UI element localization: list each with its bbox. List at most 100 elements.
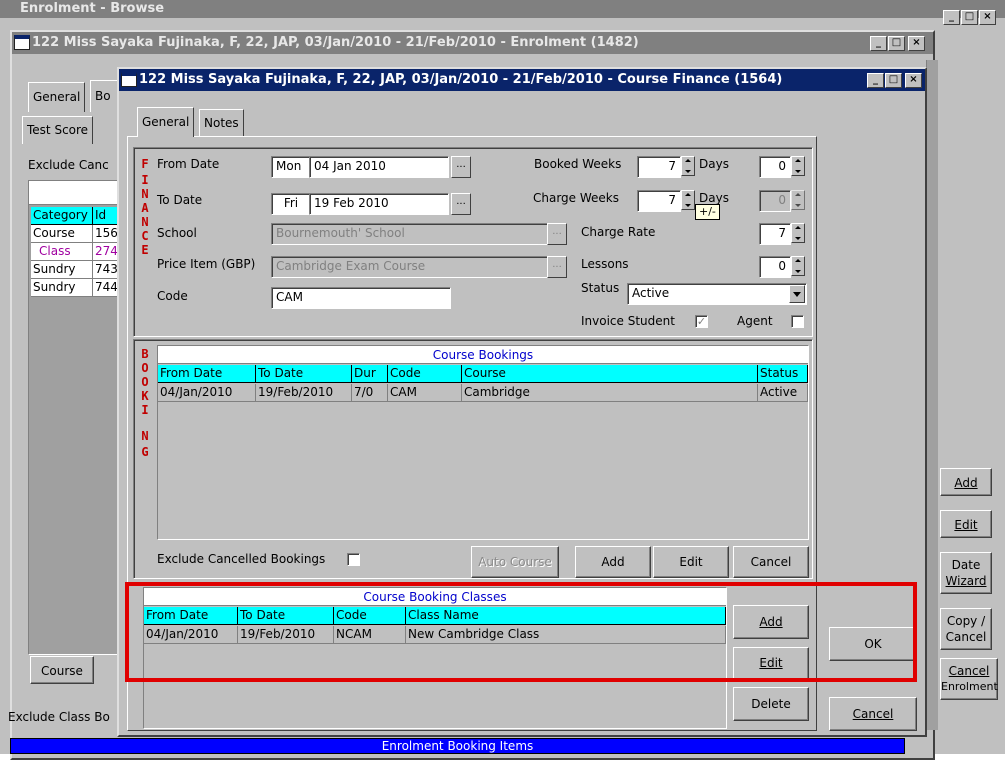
course-bookings-grid[interactable]: Course Bookings From Date To Date Dur Co… xyxy=(157,345,809,540)
finance-letter: A xyxy=(141,201,149,215)
enrolment-items-grid[interactable]: Category Id Course 156 Class 274 Sundry … xyxy=(28,180,125,655)
class-delete-button[interactable]: Delete xyxy=(733,687,809,721)
grid-header-category[interactable]: Category xyxy=(31,207,93,225)
col-course[interactable]: Course xyxy=(462,365,758,383)
booking-letter: B xyxy=(141,347,149,361)
charge-weeks-spinner[interactable] xyxy=(681,190,695,210)
booking-cell-to[interactable]: 19/Feb/2010 xyxy=(256,384,352,402)
copy-cancel-button[interactable]: Copy / Cancel xyxy=(940,608,992,650)
finance-title-bar: 122 Miss Sayaka Fujinaka, F, 22, JAP, 03… xyxy=(119,69,925,91)
booking-cell-course[interactable]: Cambridge xyxy=(462,384,758,402)
class-col-code[interactable]: Code xyxy=(334,607,406,625)
booked-weeks-spinner[interactable] xyxy=(681,156,695,176)
lessons-spinner[interactable] xyxy=(791,256,805,276)
class-cell-to[interactable]: 19/Feb/2010 xyxy=(238,626,334,644)
booking-cell-from[interactable]: 04/Jan/2010 xyxy=(158,384,256,402)
booking-letter: I xyxy=(141,403,149,417)
subtab-test-score[interactable]: Test Score xyxy=(22,116,94,144)
col-status[interactable]: Status xyxy=(758,365,808,383)
cancel-enrolment-button[interactable]: Cancel Enrolment xyxy=(940,658,998,700)
class-edit-button[interactable]: Edit xyxy=(733,647,809,681)
cancel-dialog-button[interactable]: Cancel xyxy=(829,697,917,731)
class-col-to-date[interactable]: To Date xyxy=(238,607,334,625)
charge-weeks-input[interactable]: 7 xyxy=(637,190,681,212)
ok-button[interactable]: OK xyxy=(829,627,917,661)
course-bookings-caption: Course Bookings xyxy=(158,346,808,364)
class-col-class-name[interactable]: Class Name xyxy=(406,607,726,625)
grid-cell-category[interactable]: Course xyxy=(31,225,93,243)
status-select[interactable]: Active xyxy=(627,283,807,305)
browse-title-bar: Enrolment - Browse xyxy=(0,0,1005,18)
course-booking-classes-caption: Course Booking Classes xyxy=(144,588,726,606)
chevron-down-icon[interactable] xyxy=(789,285,805,303)
from-date-input[interactable]: 04 Jan 2010 xyxy=(309,156,449,178)
browse-minimize-button[interactable]: _ xyxy=(943,10,960,25)
charge-weeks-label: Charge Weeks xyxy=(533,191,620,205)
browse-maximize-button[interactable]: □ xyxy=(961,10,978,25)
date-wizard-button[interactable]: Date Wizard xyxy=(940,552,992,594)
course-button[interactable]: Course xyxy=(30,656,94,684)
lessons-input[interactable]: 0 xyxy=(759,256,791,278)
exclude-cancelled-bookings-checkbox[interactable] xyxy=(347,553,360,566)
grid-cell-category[interactable]: Sundry xyxy=(31,279,93,297)
booking-cell-status[interactable]: Active xyxy=(758,384,808,402)
invoice-student-label: Invoice Student xyxy=(581,314,675,328)
class-cell-from[interactable]: 04/Jan/2010 xyxy=(144,626,238,644)
col-from-date[interactable]: From Date xyxy=(158,365,256,383)
booked-weeks-input[interactable]: 7 xyxy=(637,156,681,178)
tab-bookings-label: Bo xyxy=(95,89,111,103)
from-date-label: From Date xyxy=(157,157,220,171)
tab-finance-general[interactable]: General xyxy=(137,107,195,137)
booking-letter: K xyxy=(141,389,149,403)
charge-rate-spinner[interactable] xyxy=(791,223,805,243)
to-date-picker-button[interactable]: ... xyxy=(451,193,471,215)
finance-minimize-button[interactable]: _ xyxy=(867,73,884,88)
window-icon xyxy=(14,35,30,50)
enrolment-add-button[interactable]: Add xyxy=(940,468,992,496)
col-dur[interactable]: Dur xyxy=(352,365,388,383)
grid-cell-category[interactable]: Class xyxy=(31,243,93,261)
price-item-lookup-button[interactable]: ... xyxy=(547,256,567,278)
class-col-from-date[interactable]: From Date xyxy=(144,607,238,625)
course-booking-classes-grid[interactable]: Course Booking Classes From Date To Date… xyxy=(143,587,727,729)
browse-close-button[interactable]: × xyxy=(979,10,996,25)
booking-cancel-button[interactable]: Cancel xyxy=(733,546,809,578)
auto-course-button[interactable]: Auto Course xyxy=(471,546,559,578)
tab-general[interactable]: General xyxy=(28,82,86,112)
class-add-button[interactable]: Add xyxy=(733,605,809,639)
tab-finance-notes[interactable]: Notes xyxy=(199,109,244,137)
col-code[interactable]: Code xyxy=(388,365,462,383)
spinner-tooltip: +/- xyxy=(695,204,720,220)
grid-cell-category[interactable]: Sundry xyxy=(31,261,93,279)
code-label: Code xyxy=(157,289,188,303)
col-to-date[interactable]: To Date xyxy=(256,365,352,383)
charge-rate-input[interactable]: 7 xyxy=(759,223,791,245)
right-grid-area xyxy=(926,60,938,730)
tab-bookings[interactable]: Bo xyxy=(90,80,120,112)
finance-close-button[interactable]: × xyxy=(905,73,922,88)
finance-maximize-button[interactable]: □ xyxy=(885,73,902,88)
to-date-input[interactable]: 19 Feb 2010 xyxy=(309,193,449,215)
invoice-student-checkbox[interactable]: ✓ xyxy=(695,315,708,328)
booking-add-button[interactable]: Add xyxy=(575,546,651,578)
finance-letter: N xyxy=(141,215,149,229)
school-lookup-button[interactable]: ... xyxy=(547,223,567,245)
enrolment-minimize-button[interactable]: _ xyxy=(870,36,887,51)
booking-edit-button[interactable]: Edit xyxy=(653,546,729,578)
class-cell-name[interactable]: New Cambridge Class xyxy=(406,626,726,644)
enrolment-maximize-button[interactable]: □ xyxy=(888,36,905,51)
booking-cell-code[interactable]: CAM xyxy=(388,384,462,402)
booking-cell-dur[interactable]: 7/0 xyxy=(352,384,388,402)
booked-days-spinner[interactable] xyxy=(791,156,805,176)
charge-days-spinner[interactable] xyxy=(791,190,805,210)
enrolment-edit-button[interactable]: Edit xyxy=(940,510,992,538)
to-date-day: Fri xyxy=(271,193,311,215)
enrolment-title-bar: 122 Miss Sayaka Fujinaka, F, 22, JAP, 03… xyxy=(12,32,933,54)
from-date-picker-button[interactable]: ... xyxy=(451,156,471,178)
booked-days-input[interactable]: 0 xyxy=(759,156,791,178)
cancel-enrolment-label-2: Enrolment xyxy=(941,680,998,693)
agent-checkbox[interactable] xyxy=(791,315,804,328)
enrolment-close-button[interactable]: × xyxy=(908,36,925,51)
code-input[interactable]: CAM xyxy=(271,287,451,309)
class-cell-code[interactable]: NCAM xyxy=(334,626,406,644)
